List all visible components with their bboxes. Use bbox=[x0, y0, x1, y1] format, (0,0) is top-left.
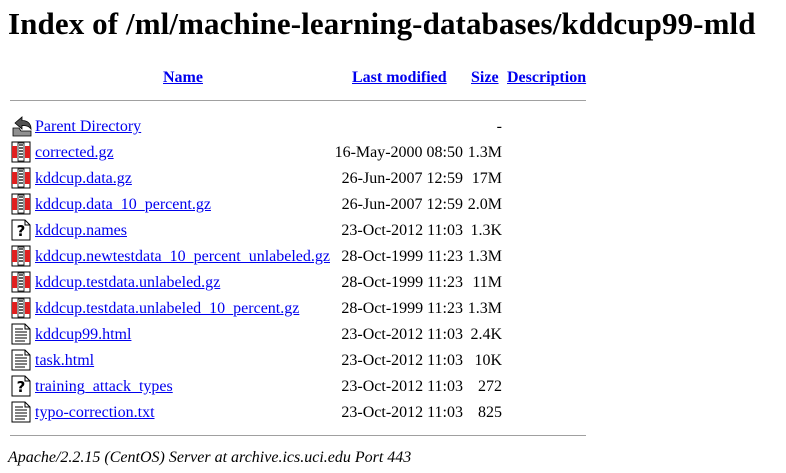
compressed-icon[interactable] bbox=[11, 245, 31, 267]
sort-by-name-link[interactable]: Name bbox=[163, 69, 203, 87]
last-modified-date: 23-Oct-2012 11:03 bbox=[341, 352, 463, 369]
file-row: task.html 23-Oct-2012 11:03 10K bbox=[0, 348, 786, 374]
file-size: 272 bbox=[478, 378, 502, 395]
file-row: ? training_attack_types 23-Oct-2012 11:03 2… bbox=[0, 374, 786, 400]
file-row: kddcup99.html 23-Oct-2012 11:03 2.4K bbox=[0, 322, 786, 348]
last-modified-date: 23-Oct-2012 11:03 bbox=[341, 326, 463, 343]
sort-by-last-modified-link[interactable]: Last modified bbox=[352, 69, 447, 87]
last-modified-date: 23-Oct-2012 11:03 bbox=[341, 404, 463, 421]
header-divider bbox=[10, 100, 586, 102]
file-link[interactable]: kddcup.testdata.unlabeled.gz bbox=[35, 274, 220, 292]
file-link[interactable]: task.html bbox=[35, 352, 94, 370]
text-icon[interactable] bbox=[11, 349, 31, 371]
file-row: corrected.gz 16-May-2000 08:50 1.3M bbox=[0, 140, 786, 166]
last-modified-date: 28-Oct-1999 11:23 bbox=[341, 248, 463, 265]
unknown-icon[interactable]: ? bbox=[11, 375, 31, 397]
file-size: 1.3K bbox=[470, 222, 502, 239]
file-link[interactable]: kddcup.testdata.unlabeled_10_percent.gz bbox=[35, 300, 299, 318]
file-size: 17M bbox=[471, 170, 502, 187]
file-size: 2.4K bbox=[470, 326, 502, 343]
compressed-icon[interactable] bbox=[11, 271, 31, 293]
last-modified-date: 28-Oct-1999 11:23 bbox=[341, 274, 463, 291]
compressed-icon[interactable] bbox=[11, 193, 31, 215]
last-modified-date: 28-Oct-1999 11:23 bbox=[341, 300, 463, 317]
file-row: kddcup.testdata.unlabeled.gz 28-Oct-1999 … bbox=[0, 270, 786, 296]
svg-text:?: ? bbox=[17, 222, 26, 240]
sort-by-description-link[interactable]: Description bbox=[507, 69, 586, 87]
server-signature: Apache/2.2.15 (CentOS) Server at archive… bbox=[8, 449, 412, 466]
file-size: 10K bbox=[474, 352, 502, 369]
text-icon[interactable] bbox=[11, 323, 31, 345]
file-link[interactable]: training_attack_types bbox=[35, 378, 173, 396]
file-size: 1.3M bbox=[467, 248, 502, 265]
back-icon[interactable] bbox=[11, 115, 32, 137]
compressed-icon[interactable] bbox=[11, 167, 31, 189]
file-link[interactable]: kddcup.data_10_percent.gz bbox=[35, 196, 211, 214]
file-link[interactable]: corrected.gz bbox=[35, 144, 114, 162]
file-row: kddcup.newtestdata_10_percent_unlabeled.… bbox=[0, 244, 786, 270]
file-size: 1.3M bbox=[467, 300, 502, 317]
parent-directory-link[interactable]: Parent Directory bbox=[35, 118, 141, 136]
file-row: kddcup.testdata.unlabeled_10_percent.gz 2… bbox=[0, 296, 786, 322]
unknown-icon[interactable]: ? bbox=[11, 219, 31, 241]
file-row: kddcup.data.gz 26-Jun-2007 12:59 17M bbox=[0, 166, 786, 192]
footer-divider bbox=[10, 435, 586, 437]
last-modified-date: 26-Jun-2007 12:59 bbox=[341, 196, 463, 213]
parent-directory-row: Parent Directory - bbox=[0, 114, 786, 140]
file-link[interactable]: kddcup.names bbox=[35, 222, 127, 240]
file-size: 11M bbox=[472, 274, 502, 291]
compressed-icon[interactable] bbox=[11, 141, 31, 163]
compressed-icon[interactable] bbox=[11, 297, 31, 319]
last-modified-date: 23-Oct-2012 11:03 bbox=[341, 222, 463, 239]
file-size: 825 bbox=[478, 404, 502, 421]
file-link[interactable]: kddcup.data.gz bbox=[35, 170, 132, 188]
text-icon[interactable] bbox=[11, 401, 31, 423]
sort-by-size-link[interactable]: Size bbox=[471, 69, 499, 87]
last-modified-date: 23-Oct-2012 11:03 bbox=[341, 378, 463, 395]
svg-text:?: ? bbox=[17, 378, 26, 396]
file-size: 2.0M bbox=[467, 196, 502, 213]
file-size: 1.3M bbox=[467, 144, 502, 161]
last-modified-date: 16-May-2000 08:50 bbox=[334, 144, 463, 161]
page-title: Index of /ml/machine-learning-databases/… bbox=[8, 6, 756, 41]
file-row: kddcup.data_10_percent.gz 26-Jun-2007 12:… bbox=[0, 192, 786, 218]
last-modified-date: 26-Jun-2007 12:59 bbox=[341, 170, 463, 187]
file-row: ? kddcup.names 23-Oct-2012 11:03 1.3K bbox=[0, 218, 786, 244]
file-row: typo-correction.txt 23-Oct-2012 11:03 825 bbox=[0, 400, 786, 426]
file-size: - bbox=[496, 118, 502, 135]
file-link[interactable]: typo-correction.txt bbox=[35, 404, 155, 422]
file-link[interactable]: kddcup.newtestdata_10_percent_unlabeled.… bbox=[35, 248, 330, 266]
file-link[interactable]: kddcup99.html bbox=[35, 326, 131, 344]
